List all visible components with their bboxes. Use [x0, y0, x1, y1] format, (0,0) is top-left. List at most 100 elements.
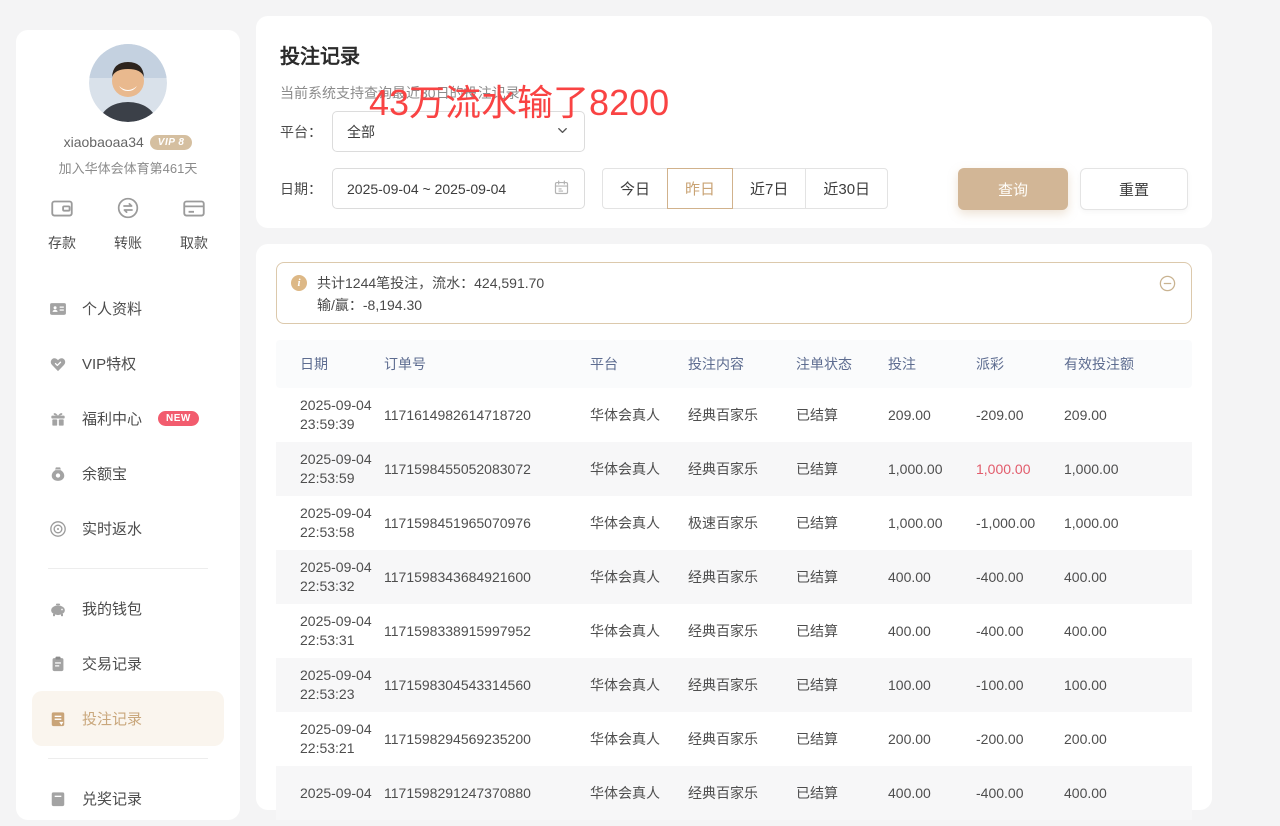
- calendar-icon: [553, 179, 570, 199]
- join-days-text: 加入华体会体育第461天: [16, 158, 240, 177]
- sidebar-item-label: 福利中心: [82, 408, 142, 429]
- cell-payout: -1,000.00: [976, 515, 1064, 531]
- collapse-icon[interactable]: [1158, 274, 1177, 293]
- table-row: 2025-09-0422:53:311171598338915997952华体会…: [276, 604, 1192, 658]
- cell-status: 已结算: [796, 567, 888, 587]
- cell-bet-amount: 100.00: [888, 677, 976, 693]
- rebate-icon: [48, 519, 68, 539]
- cell-date: 2025-09-04: [276, 784, 384, 803]
- cell-platform: 华体会真人: [590, 405, 688, 425]
- divider: [48, 758, 208, 759]
- records-panel: i 共计1244笔投注，流水：424,591.70 输/赢：-8,194.30 …: [256, 244, 1212, 810]
- cell-bet-amount: 200.00: [888, 731, 976, 747]
- date-label: 日期：: [280, 179, 332, 199]
- sidebar-item-profile[interactable]: 个人资料: [32, 281, 224, 336]
- quick-action-label: 取款: [180, 233, 208, 253]
- sidebar-item-label: 个人资料: [82, 298, 142, 319]
- table-row: 2025-09-0423:59:391171614982614718720华体会…: [276, 388, 1192, 442]
- quick-date-button-3[interactable]: 近30日: [805, 168, 888, 209]
- sidebar-item-wallet[interactable]: 我的钱包: [32, 581, 224, 636]
- cell-bet-amount: 400.00: [888, 623, 976, 639]
- sidebar-item-label: VIP特权: [82, 353, 136, 374]
- cell-payout: -209.00: [976, 407, 1064, 423]
- cell-status: 已结算: [796, 459, 888, 479]
- sidebar-item-label: 交易记录: [82, 653, 142, 674]
- cell-bet-amount: 400.00: [888, 569, 976, 585]
- column-header: 平台: [590, 354, 688, 374]
- quick-date-button-0[interactable]: 今日: [602, 168, 668, 209]
- cell-platform: 华体会真人: [590, 729, 688, 749]
- sidebar-item-vip[interactable]: VIP特权: [32, 336, 224, 391]
- column-header: 投注: [888, 354, 976, 374]
- cell-status: 已结算: [796, 621, 888, 641]
- cell-order-number: 1171614982614718720: [384, 407, 590, 423]
- quick-action-deposit[interactable]: 存款: [48, 195, 76, 253]
- quick-action-withdraw[interactable]: 取款: [180, 195, 208, 253]
- column-header: 注单状态: [796, 354, 888, 374]
- cell-bet-content: 经典百家乐: [688, 459, 796, 479]
- cell-bet-content: 经典百家乐: [688, 405, 796, 425]
- red-annotation-text: 43万流水输了8200: [369, 74, 669, 126]
- cell-valid-amount: 400.00: [1064, 785, 1188, 801]
- quick-action-label: 转账: [114, 233, 142, 253]
- cell-valid-amount: 100.00: [1064, 677, 1188, 693]
- vip-heart-icon: [48, 354, 68, 374]
- quick-date-button-2[interactable]: 近7日: [732, 168, 806, 209]
- sidebar-menu: 个人资料 VIP特权福利中心NEW余额宝实时返水 我的钱包交易记录投注记录 兑奖记…: [16, 281, 240, 826]
- sidebar-item-yuebao[interactable]: 余额宝: [32, 446, 224, 501]
- cell-platform: 华体会真人: [590, 675, 688, 695]
- sidebar-item-label: 我的钱包: [82, 598, 142, 619]
- sidebar-item-welfare[interactable]: 福利中心NEW: [32, 391, 224, 446]
- divider: [48, 568, 208, 569]
- quick-date-group: 今日昨日近7日近30日: [602, 168, 888, 209]
- quick-actions: 存款转账 取款: [16, 195, 240, 253]
- transfer-icon: [115, 195, 141, 226]
- cell-platform: 华体会真人: [590, 783, 688, 803]
- piggy-bank-icon: [48, 599, 68, 619]
- cell-platform: 华体会真人: [590, 459, 688, 479]
- gift-icon: [48, 409, 68, 429]
- cell-platform: 华体会真人: [590, 513, 688, 533]
- bet-record-icon: [48, 709, 68, 729]
- cell-bet-content: 经典百家乐: [688, 729, 796, 749]
- info-icon: i: [291, 275, 307, 291]
- table-row: 2025-09-041171598291247370880华体会真人经典百家乐已…: [276, 766, 1192, 820]
- quick-date-button-1[interactable]: 昨日: [667, 168, 733, 209]
- cell-status: 已结算: [796, 405, 888, 425]
- cell-date: 2025-09-0422:53:21: [276, 720, 384, 758]
- cell-order-number: 1171598304543314560: [384, 677, 590, 693]
- cell-bet-content: 经典百家乐: [688, 621, 796, 641]
- username: xiaobaoaa34: [64, 134, 144, 150]
- clipboard-icon: [48, 654, 68, 674]
- column-header: 有效投注额: [1064, 354, 1188, 374]
- quick-action-transfer[interactable]: 转账: [114, 195, 142, 253]
- cell-valid-amount: 209.00: [1064, 407, 1188, 423]
- sidebar-item-bet-records[interactable]: 投注记录: [32, 691, 224, 746]
- cell-date: 2025-09-0422:53:23: [276, 666, 384, 704]
- cell-bet-content: 极速百家乐: [688, 513, 796, 533]
- reset-button[interactable]: 重置: [1080, 168, 1188, 210]
- avatar[interactable]: [89, 44, 167, 122]
- cell-status: 已结算: [796, 729, 888, 749]
- sidebar-item-rebate[interactable]: 实时返水: [32, 501, 224, 556]
- cell-platform: 华体会真人: [590, 621, 688, 641]
- cell-order-number: 1171598291247370880: [384, 785, 590, 801]
- table-row: 2025-09-0422:53:581171598451965070976华体会…: [276, 496, 1192, 550]
- cell-date: 2025-09-0422:53:32: [276, 558, 384, 596]
- platform-label: 平台：: [280, 122, 332, 142]
- sidebar-item-prize-records[interactable]: 兑奖记录: [32, 771, 224, 826]
- search-button[interactable]: 查询: [958, 168, 1068, 210]
- money-bag-icon: [48, 464, 68, 484]
- date-range-input[interactable]: 2025-09-04 ~ 2025-09-04: [332, 168, 585, 209]
- cell-valid-amount: 400.00: [1064, 623, 1188, 639]
- sidebar-item-transactions[interactable]: 交易记录: [32, 636, 224, 691]
- cell-date: 2025-09-0422:53:31: [276, 612, 384, 650]
- sidebar-item-label: 投注记录: [82, 708, 142, 729]
- cell-order-number: 1171598338915997952: [384, 623, 590, 639]
- cell-valid-amount: 400.00: [1064, 569, 1188, 585]
- cell-date: 2025-09-0422:53:59: [276, 450, 384, 488]
- cell-valid-amount: 1,000.00: [1064, 461, 1188, 477]
- cell-order-number: 1171598451965070976: [384, 515, 590, 531]
- page-title: 投注记录: [280, 40, 1188, 69]
- summary-line-1: 共计1244笔投注，流水：424,591.70: [317, 272, 544, 294]
